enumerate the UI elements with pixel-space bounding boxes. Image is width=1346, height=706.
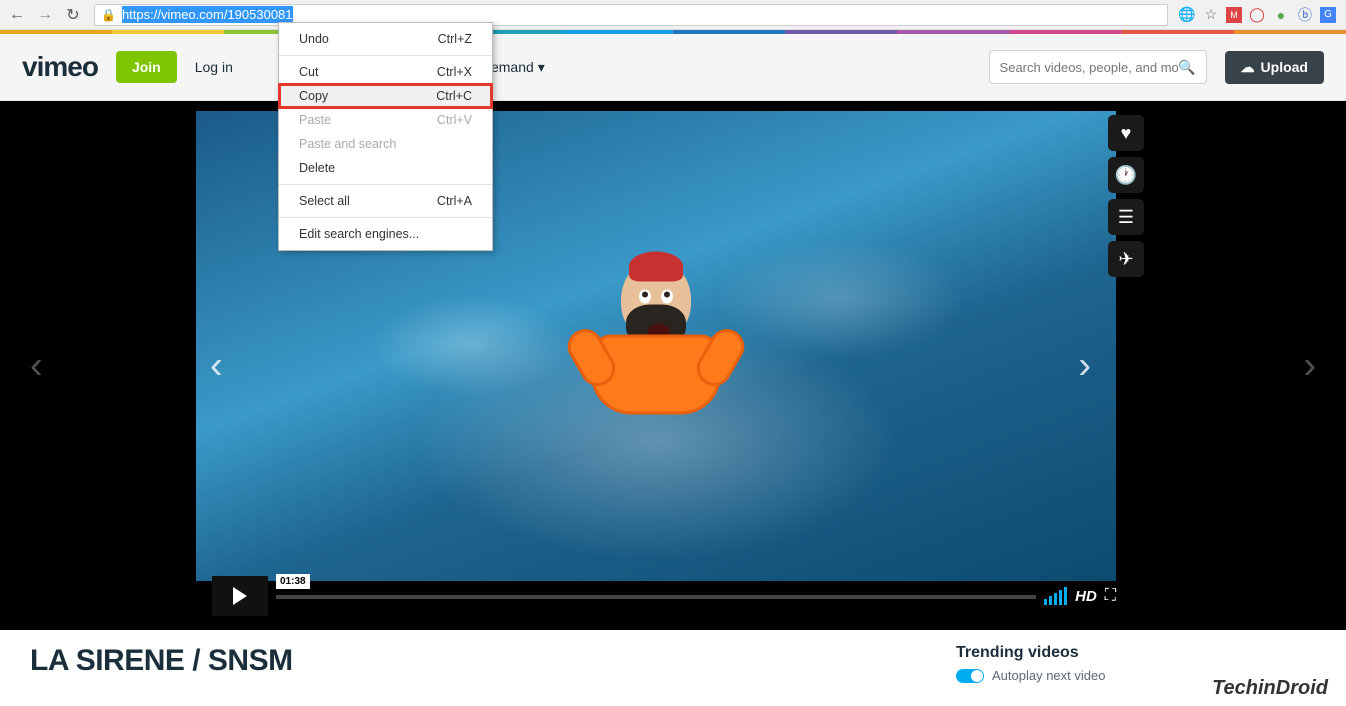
url-text: https://vimeo.com/190530081 — [122, 7, 1161, 22]
menu-item-shortcut: Ctrl+X — [437, 65, 472, 79]
ext-icon-5[interactable]: G — [1320, 7, 1336, 23]
autoplay-label: Autoplay next video — [992, 668, 1105, 683]
hd-toggle[interactable]: HD — [1075, 588, 1097, 605]
upload-button[interactable]: ☁ Upload — [1225, 51, 1324, 84]
reload-button[interactable]: ↻ — [62, 4, 84, 26]
menu-item-shortcut: Ctrl+A — [437, 194, 472, 208]
bookmark-star-icon[interactable]: ☆ — [1202, 6, 1220, 24]
video-title: LA SIRENE / SNSM — [30, 644, 936, 678]
menu-item-shortcut: Ctrl+C — [436, 89, 472, 103]
cloud-upload-icon: ☁ — [1241, 59, 1255, 76]
heart-icon: ♥ — [1121, 123, 1132, 144]
play-button[interactable] — [212, 576, 268, 616]
prev-video-outer[interactable]: ‹ — [30, 344, 43, 387]
search-box[interactable]: 🔍 — [989, 50, 1207, 84]
video-thumbnail-character — [591, 259, 721, 414]
context-menu-copy[interactable]: Copy Ctrl+C — [279, 84, 492, 108]
menu-item-shortcut: Ctrl+Z — [438, 32, 472, 46]
time-badge: 01:38 — [276, 574, 310, 589]
volume-control[interactable] — [1044, 587, 1067, 605]
menu-item-label: Edit search engines... — [299, 227, 419, 241]
watermark: TechinDroid — [1212, 677, 1328, 700]
search-icon[interactable]: 🔍 — [1178, 59, 1195, 76]
autoplay-toggle[interactable] — [956, 669, 984, 683]
player-controls: 01:38 HD ⛶ — [212, 576, 1116, 616]
context-menu-separator — [279, 55, 492, 56]
site-header: vimeo Join Log in Demand ▾ 🔍 ☁ Upload — [0, 34, 1346, 101]
play-icon — [233, 587, 247, 605]
search-input[interactable] — [1000, 60, 1179, 75]
context-menu-separator — [279, 184, 492, 185]
context-menu-paste: Paste Ctrl+V — [279, 108, 492, 132]
translate-icon[interactable]: 🌐 — [1178, 6, 1196, 24]
menu-item-label: Select all — [299, 194, 350, 208]
rainbow-strip — [0, 30, 1346, 34]
browser-toolbar: ← → ↻ 🔒 https://vimeo.com/190530081 🌐 ☆ … — [0, 0, 1346, 30]
watch-later-button[interactable]: 🕐 — [1108, 157, 1144, 193]
stack-icon: ☰ — [1118, 207, 1134, 228]
progress-track[interactable] — [276, 595, 1036, 599]
extension-icons: 🌐 ☆ M ◯ ● ⓑ G — [1178, 6, 1340, 24]
lock-icon: 🔒 — [101, 8, 116, 22]
address-bar[interactable]: 🔒 https://vimeo.com/190530081 — [94, 4, 1168, 26]
menu-item-label: Paste — [299, 113, 331, 127]
next-video-inner[interactable]: › — [1078, 344, 1091, 387]
paper-plane-icon: ✈ — [1118, 249, 1133, 270]
video-player-area: ♥ 🕐 ☰ ✈ ‹ › ‹ › 01:38 HD ⛶ — [0, 101, 1346, 630]
video-side-actions: ♥ 🕐 ☰ ✈ — [1108, 115, 1144, 277]
context-menu-undo[interactable]: Undo Ctrl+Z — [279, 27, 492, 51]
prev-video-inner[interactable]: ‹ — [210, 344, 223, 387]
ext-icon-2[interactable]: ◯ — [1248, 6, 1266, 24]
vimeo-logo[interactable]: vimeo — [22, 51, 98, 83]
ext-icon-3[interactable]: ● — [1272, 6, 1290, 24]
share-button[interactable]: ✈ — [1108, 241, 1144, 277]
forward-button[interactable]: → — [34, 4, 56, 26]
ext-icon-4[interactable]: ⓑ — [1296, 6, 1314, 24]
context-menu-delete[interactable]: Delete — [279, 156, 492, 180]
context-menu-paste-and-search: Paste and search — [279, 132, 492, 156]
fullscreen-button[interactable]: ⛶ — [1105, 587, 1116, 605]
like-button[interactable]: ♥ — [1108, 115, 1144, 151]
context-menu-cut[interactable]: Cut Ctrl+X — [279, 60, 492, 84]
context-menu-edit-search-engines-[interactable]: Edit search engines... — [279, 222, 492, 246]
menu-item-label: Paste and search — [299, 137, 396, 151]
next-video-outer[interactable]: › — [1303, 344, 1316, 387]
below-video: LA SIRENE / SNSM Trending videos Autopla… — [0, 630, 1346, 683]
login-link[interactable]: Log in — [195, 59, 233, 75]
collections-button[interactable]: ☰ — [1108, 199, 1144, 235]
menu-item-label: Delete — [299, 161, 335, 175]
menu-item-shortcut: Ctrl+V — [437, 113, 472, 127]
context-menu: Undo Ctrl+Z Cut Ctrl+X Copy Ctrl+C Paste Ctrl+V… — [278, 22, 493, 251]
menu-item-label: Cut — [299, 65, 318, 79]
timeline[interactable]: 01:38 — [276, 576, 1036, 616]
trending-heading: Trending videos — [956, 644, 1316, 662]
context-menu-separator — [279, 217, 492, 218]
context-menu-select-all[interactable]: Select all Ctrl+A — [279, 189, 492, 213]
back-button[interactable]: ← — [6, 4, 28, 26]
chevron-down-icon: ▾ — [538, 59, 545, 76]
menu-item-label: Undo — [299, 32, 329, 46]
join-button[interactable]: Join — [116, 51, 177, 83]
menu-item-label: Copy — [299, 89, 328, 103]
ext-icon-1[interactable]: M — [1226, 7, 1242, 23]
clock-icon: 🕐 — [1115, 165, 1137, 186]
